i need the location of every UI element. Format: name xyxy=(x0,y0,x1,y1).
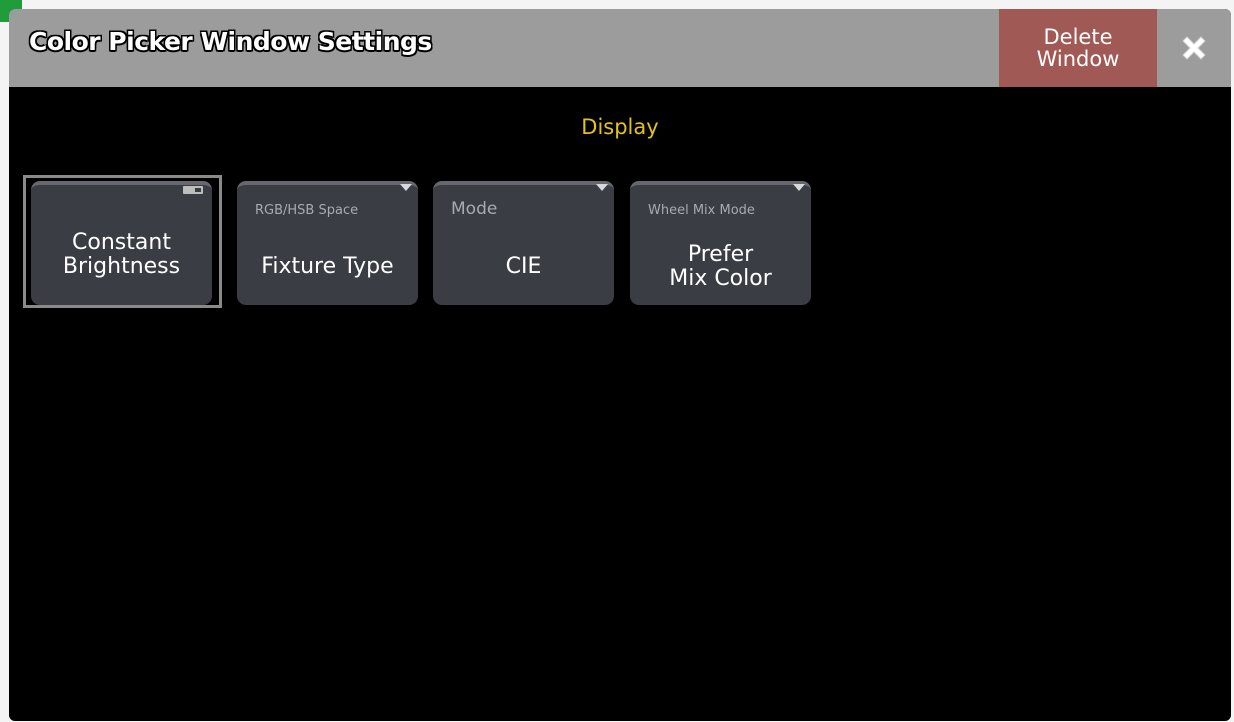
wheel-mix-mode-value: Prefer Mix Color xyxy=(669,242,772,291)
rgb-hsb-space-value: Fixture Type xyxy=(261,254,394,279)
mode-value: CIE xyxy=(505,254,542,279)
settings-window: Color Picker Window Settings Delete Wind… xyxy=(9,9,1231,721)
close-button[interactable] xyxy=(1157,9,1231,87)
delete-window-button[interactable]: Delete Window xyxy=(999,9,1157,87)
window-title: Color Picker Window Settings xyxy=(29,27,432,56)
toggle-indicator-icon xyxy=(183,186,203,194)
wheel-mix-mode-label: Wheel Mix Mode xyxy=(648,203,755,218)
rgb-hsb-space-label: RGB/HSB Space xyxy=(255,203,359,218)
dropdown-arrow-icon xyxy=(596,184,608,191)
title-bar[interactable]: Color Picker Window Settings Delete Wind… xyxy=(9,9,1231,87)
section-title-display: Display xyxy=(581,115,659,139)
mode-label: Mode xyxy=(451,199,498,219)
constant-brightness-toggle[interactable]: Constant Brightness xyxy=(31,181,212,305)
rgb-hsb-space-dropdown[interactable]: RGB/HSB Space Fixture Type xyxy=(237,181,418,305)
constant-brightness-label: Constant Brightness xyxy=(62,230,181,279)
wheel-mix-mode-dropdown[interactable]: Wheel Mix Mode Prefer Mix Color xyxy=(630,181,811,305)
dropdown-arrow-icon xyxy=(793,184,805,191)
mode-dropdown[interactable]: Mode CIE xyxy=(433,181,614,305)
dropdown-arrow-icon xyxy=(400,184,412,191)
close-icon xyxy=(1182,36,1206,60)
